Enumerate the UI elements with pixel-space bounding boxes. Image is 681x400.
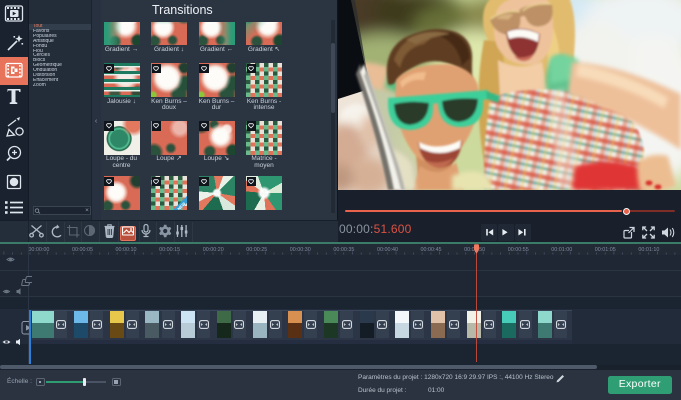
svg-text:00:00:10: 00:00:10	[116, 247, 137, 253]
svg-text:00:00:15: 00:00:15	[159, 247, 180, 253]
svg-text:00:01:00: 00:01:00	[551, 247, 572, 253]
svg-text:00:00:45: 00:00:45	[421, 247, 442, 253]
svg-text:00:00:40: 00:00:40	[377, 247, 398, 253]
svg-text:00:01:10: 00:01:10	[638, 247, 659, 253]
svg-text:00:00:55: 00:00:55	[508, 247, 529, 253]
svg-text:00:00:20: 00:00:20	[203, 247, 224, 253]
svg-text:00:01:05: 00:01:05	[595, 247, 616, 253]
svg-text:00:00:05: 00:00:05	[72, 247, 93, 253]
svg-text:00:00:00: 00:00:00	[28, 247, 49, 253]
svg-text:00:00:30: 00:00:30	[290, 247, 311, 253]
svg-text:00:00:35: 00:00:35	[333, 247, 354, 253]
svg-text:00:00:25: 00:00:25	[246, 247, 267, 253]
